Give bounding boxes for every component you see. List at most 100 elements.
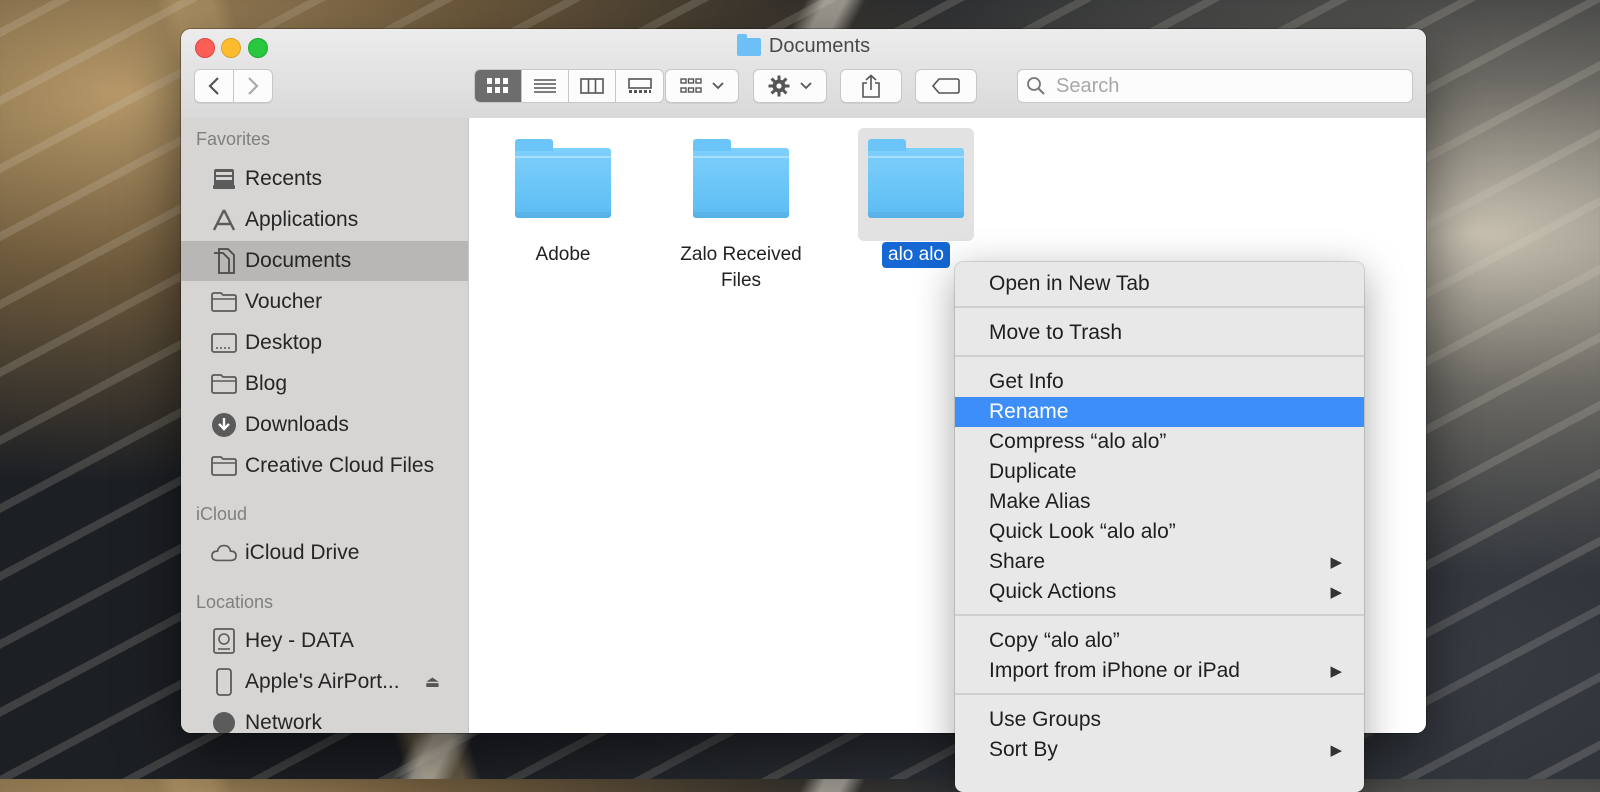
icloud-header: iCloud (196, 504, 248, 524)
sidebar-item-documents[interactable]: Documents (181, 241, 468, 281)
sidebar-item-airport[interactable]: Apple's AirPort... ⏏ (181, 662, 468, 702)
downloads-icon (211, 412, 237, 438)
folder-icon (211, 289, 237, 315)
eject-icon[interactable]: ⏏ (425, 672, 440, 692)
view-mode-control (474, 69, 664, 103)
list-icon (534, 79, 556, 93)
sidebar: Favorites Recents Applications Documents… (181, 118, 469, 733)
menu-item-label: Quick Actions (989, 580, 1117, 603)
menu-item-label: Compress “alo alo” (989, 430, 1167, 453)
locations-header: Locations (196, 592, 274, 612)
search-icon (1027, 77, 1045, 95)
sidebar-item-label: Desktop (245, 331, 323, 354)
sidebar-item-recents[interactable]: Recents (181, 159, 468, 199)
sidebar-item-label: Creative Cloud Files (245, 454, 435, 477)
menu-item-label: Import from iPhone or iPad (989, 659, 1240, 682)
menu-item-get-info[interactable]: Get Info (955, 367, 1364, 397)
applications-icon (211, 207, 237, 233)
sidebar-item-hey-data[interactable]: Hey - DATA (181, 621, 468, 661)
menu-separator (955, 306, 1364, 308)
gear-icon (768, 75, 790, 97)
menu-item-use-groups[interactable]: Use Groups (955, 705, 1364, 735)
sidebar-item-label: Applications (245, 208, 359, 231)
action-dropdown[interactable] (753, 69, 827, 103)
file-item-zalo-received-files[interactable]: Zalo Received Files (661, 139, 821, 294)
sidebar-item-label: Voucher (245, 290, 323, 313)
menu-item-compress[interactable]: Compress “alo alo” (955, 427, 1364, 457)
menu-item-make-alias[interactable]: Make Alias (955, 487, 1364, 517)
gallery-view-button[interactable] (616, 70, 663, 102)
folder-icon (693, 139, 789, 218)
window-title: Documents (181, 33, 1426, 58)
sidebar-item-label: Documents (245, 249, 352, 272)
menu-item-label: Copy “alo alo” (989, 629, 1120, 652)
sidebar-item-label: Network (245, 711, 323, 733)
grid-icon (487, 78, 508, 93)
search-field[interactable] (1017, 69, 1413, 103)
menu-item-share[interactable]: Share ▶ (955, 547, 1364, 577)
tag-button[interactable] (915, 69, 977, 103)
sidebar-item-icloud-drive[interactable]: iCloud Drive (181, 533, 468, 573)
menu-item-quick-look[interactable]: Quick Look “alo alo” (955, 517, 1364, 547)
icon-view-button[interactable] (475, 70, 522, 102)
sidebar-item-label: Downloads (245, 413, 349, 436)
file-item-adobe[interactable]: Adobe (483, 139, 643, 268)
menu-item-import-from-iphone[interactable]: Import from iPhone or iPad ▶ (955, 656, 1364, 686)
sidebar-item-label: Recents (245, 167, 323, 190)
column-view-button[interactable] (569, 70, 616, 102)
menu-separator (955, 355, 1364, 357)
sidebar-item-desktop[interactable]: Desktop (181, 323, 468, 363)
menu-item-sort-by[interactable]: Sort By ▶ (955, 735, 1364, 765)
sidebar-item-label: iCloud Drive (245, 541, 360, 564)
device-icon (211, 668, 237, 696)
share-button[interactable] (840, 69, 902, 103)
chevron-left-icon (208, 77, 219, 95)
file-label: Adobe (535, 244, 591, 265)
menu-item-duplicate[interactable]: Duplicate (955, 457, 1364, 487)
back-button[interactable] (194, 69, 234, 103)
sidebar-item-label: Blog (245, 372, 288, 395)
file-item-alo-alo[interactable]: alo alo (836, 139, 996, 268)
menu-item-quick-actions[interactable]: Quick Actions ▶ (955, 577, 1364, 607)
file-label: Zalo Received Files (680, 244, 802, 291)
sidebar-item-label: Apple's AirPort... (245, 670, 400, 693)
search-input[interactable] (1054, 73, 1388, 99)
gallery-icon (627, 78, 652, 93)
menu-separator (955, 614, 1364, 616)
menu-item-copy[interactable]: Copy “alo alo” (955, 626, 1364, 656)
sidebar-item-voucher[interactable]: Voucher (181, 282, 468, 322)
menu-item-label: Make Alias (989, 490, 1091, 513)
group-icon (680, 78, 702, 93)
title-bar: Documents (181, 29, 1426, 119)
disk-icon (211, 628, 237, 654)
sidebar-item-network[interactable]: Network (181, 703, 468, 733)
menu-item-label: Share (989, 550, 1046, 573)
menu-item-label: Quick Look “alo alo” (989, 520, 1176, 543)
sidebar-item-label: Hey - DATA (245, 629, 354, 652)
menu-item-label: Get Info (989, 370, 1064, 393)
group-by-dropdown[interactable] (665, 69, 739, 103)
folder-icon (868, 139, 964, 218)
menu-separator (955, 693, 1364, 695)
sidebar-item-applications[interactable]: Applications (181, 200, 468, 240)
menu-item-label: Use Groups (989, 708, 1102, 731)
menu-item-open-new-tab[interactable]: Open in New Tab (955, 269, 1364, 299)
menu-item-label: Rename (989, 400, 1069, 423)
forward-button[interactable] (233, 69, 273, 103)
sidebar-item-creative-cloud-files[interactable]: Creative Cloud Files (181, 446, 468, 486)
folder-icon (515, 139, 611, 218)
chevron-down-icon (712, 82, 724, 90)
submenu-arrow-icon: ▶ (1330, 584, 1342, 601)
window-title-text: Documents (768, 35, 871, 57)
folder-icon (736, 33, 761, 56)
sidebar-item-blog[interactable]: Blog (181, 364, 468, 404)
menu-item-label: Sort By (989, 738, 1058, 761)
desktop-icon (211, 330, 237, 356)
list-view-button[interactable] (522, 70, 569, 102)
sidebar-item-downloads[interactable]: Downloads (181, 405, 468, 445)
network-icon (211, 710, 237, 733)
menu-item-label: Move to Trash (989, 321, 1123, 344)
menu-item-move-to-trash[interactable]: Move to Trash (955, 318, 1364, 348)
submenu-arrow-icon: ▶ (1330, 663, 1342, 680)
menu-item-rename[interactable]: Rename (955, 397, 1364, 427)
